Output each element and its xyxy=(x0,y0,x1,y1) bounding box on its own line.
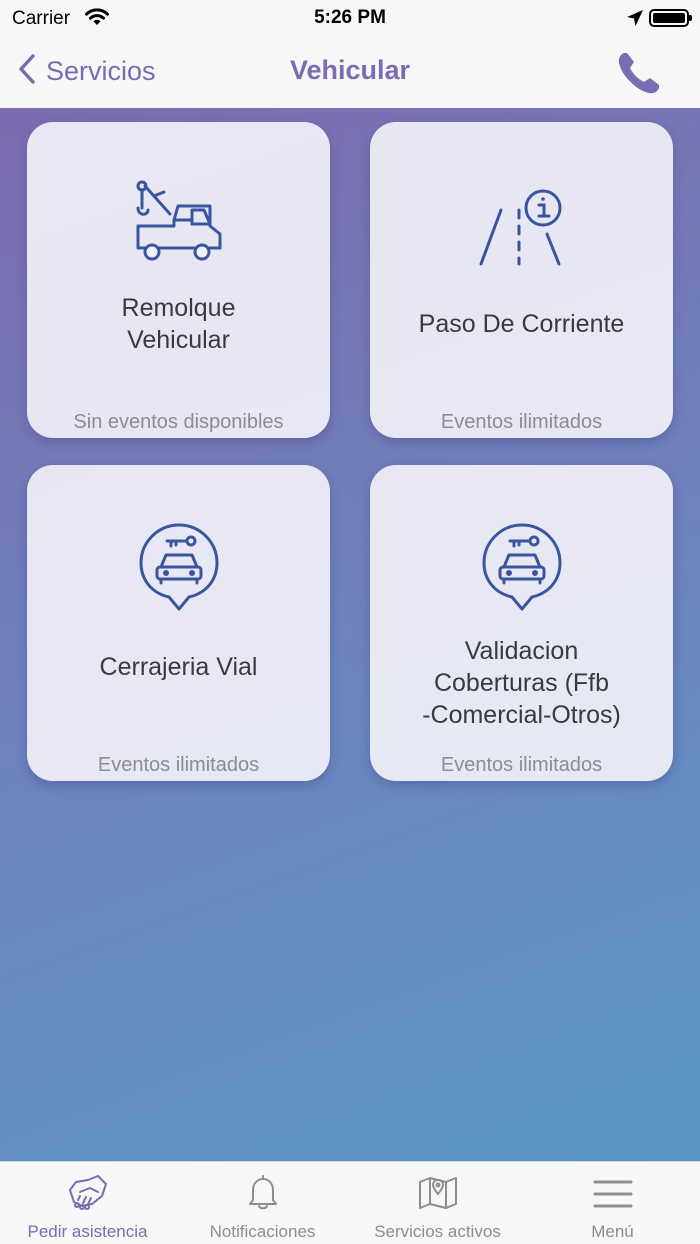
tab-menu[interactable]: Menú xyxy=(525,1162,700,1244)
bell-icon xyxy=(247,1162,279,1210)
car-key-pin-icon xyxy=(370,523,673,613)
navigation-bar: Servicios Vehicular xyxy=(0,36,700,108)
handshake-icon xyxy=(68,1162,108,1210)
car-key-pin-icon xyxy=(27,523,330,613)
service-card-subtitle: Eventos ilimitados xyxy=(440,754,603,776)
services-grid: Remolque Vehicular Sin eventos disponibl… xyxy=(0,108,700,1161)
service-card-cerrajeria-vial[interactable]: Cerrajeria Vial Eventos ilimitados xyxy=(27,465,330,781)
service-card-subtitle: Eventos ilimitados xyxy=(440,411,603,433)
tab-bar: Pedir asistencia Notificaciones Servicio… xyxy=(0,1161,700,1244)
service-card-subtitle: Eventos ilimitados xyxy=(97,754,260,776)
service-card-title: Cerrajeria Vial xyxy=(99,653,258,681)
service-card-title: Remolque Vehicular xyxy=(121,294,236,354)
tab-notificaciones[interactable]: Notificaciones xyxy=(175,1162,350,1244)
tab-label: Servicios activos xyxy=(374,1222,501,1241)
page-title: Vehicular xyxy=(289,55,411,85)
tab-servicios-activos[interactable]: Servicios activos xyxy=(350,1162,525,1244)
tow-truck-icon xyxy=(27,180,330,266)
tab-label: Menú xyxy=(591,1222,634,1241)
tab-pedir-asistencia[interactable]: Pedir asistencia xyxy=(0,1162,175,1244)
tab-label: Pedir asistencia xyxy=(27,1222,148,1241)
service-card-paso-de-corriente[interactable]: Paso De Corriente Eventos ilimitados xyxy=(370,122,673,438)
battery-icon xyxy=(649,9,692,27)
hamburger-menu-icon xyxy=(593,1162,633,1210)
road-info-icon xyxy=(370,188,673,268)
service-card-title: Validacion Coberturas (Ffb -Comercial-Ot… xyxy=(422,637,621,729)
service-card-subtitle: Sin eventos disponibles xyxy=(73,411,284,433)
map-pin-icon xyxy=(418,1162,458,1210)
location-arrow-icon xyxy=(626,9,644,32)
tab-label: Notificaciones xyxy=(209,1222,316,1241)
service-card-validacion-coberturas[interactable]: Validacion Coberturas (Ffb -Comercial-Ot… xyxy=(370,465,673,781)
service-card-remolque[interactable]: Remolque Vehicular Sin eventos disponibl… xyxy=(27,122,330,438)
clock-time: 5:26 PM xyxy=(314,7,386,28)
status-bar: Carrier 5:26 PM xyxy=(0,0,700,36)
phone-icon[interactable] xyxy=(614,48,664,103)
service-card-title: Paso De Corriente xyxy=(418,310,625,338)
